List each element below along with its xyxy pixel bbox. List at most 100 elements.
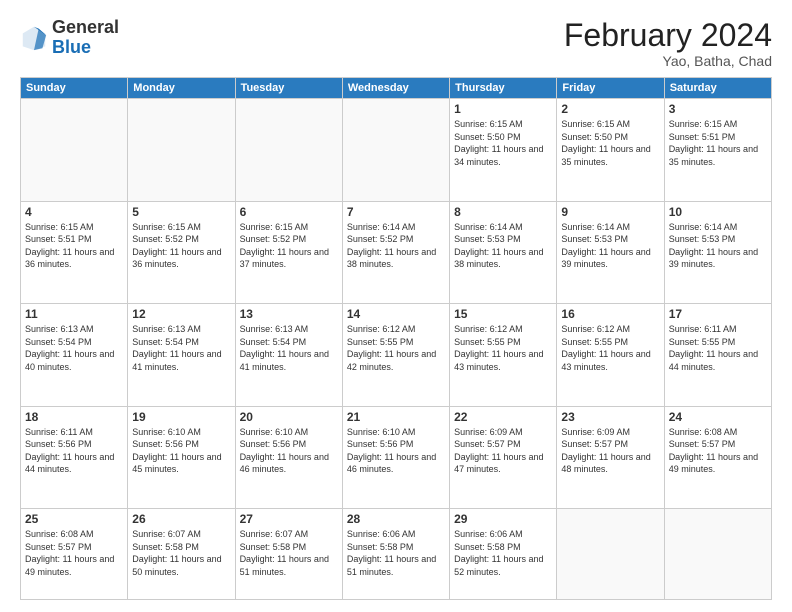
cell-info: Sunrise: 6:15 AMSunset: 5:52 PMDaylight:… [132, 221, 230, 271]
header-row: SundayMondayTuesdayWednesdayThursdayFrid… [21, 78, 772, 99]
day-number: 27 [240, 512, 338, 526]
title-block: February 2024 Yao, Batha, Chad [564, 18, 772, 69]
logo-general: General [52, 17, 119, 37]
calendar-cell: 25 Sunrise: 6:08 AMSunset: 5:57 PMDayligh… [21, 509, 128, 600]
calendar-cell [342, 99, 449, 201]
logo-text: General Blue [52, 18, 119, 58]
day-number: 29 [454, 512, 552, 526]
cell-info: Sunrise: 6:11 AMSunset: 5:56 PMDaylight:… [25, 426, 123, 476]
day-number: 20 [240, 410, 338, 424]
cell-info: Sunrise: 6:12 AMSunset: 5:55 PMDaylight:… [454, 323, 552, 373]
calendar-cell: 7Sunrise: 6:14 AMSunset: 5:52 PMDaylight… [342, 201, 449, 303]
day-number: 6 [240, 205, 338, 219]
calendar-cell [664, 509, 771, 600]
calendar-cell: 15Sunrise: 6:12 AMSunset: 5:55 PMDayligh… [450, 304, 557, 406]
cell-info: Sunrise: 6:07 AMSunset: 5:58 PMDaylight:… [240, 528, 338, 578]
calendar-cell: 5 Sunrise: 6:15 AMSunset: 5:52 PMDaylight… [128, 201, 235, 303]
day-number: 10 [669, 205, 767, 219]
logo: General Blue [20, 18, 119, 58]
day-number: 9 [561, 205, 659, 219]
calendar-cell: 19 Sunrise: 6:10 AMSunset: 5:56 PMDayligh… [128, 406, 235, 508]
calendar-table: SundayMondayTuesdayWednesdayThursdayFrid… [20, 77, 772, 600]
calendar-cell: 23 Sunrise: 6:09 AMSunset: 5:57 PMDayligh… [557, 406, 664, 508]
cell-info: Sunrise: 6:12 AMSunset: 5:55 PMDaylight:… [561, 323, 659, 373]
cell-info: Sunrise: 6:06 AMSunset: 5:58 PMDaylight:… [454, 528, 552, 578]
cell-info: Sunrise: 6:13 AMSunset: 5:54 PMDaylight:… [240, 323, 338, 373]
calendar-cell: 1 Sunrise: 6:15 AMSunset: 5:50 PMDaylight… [450, 99, 557, 201]
calendar-cell: 9 Sunrise: 6:14 AMSunset: 5:53 PMDaylight… [557, 201, 664, 303]
cell-info: Sunrise: 6:08 AMSunset: 5:57 PMDaylight:… [25, 528, 123, 578]
calendar-cell: 20 Sunrise: 6:10 AMSunset: 5:56 PMDayligh… [235, 406, 342, 508]
calendar-cell: 2 Sunrise: 6:15 AMSunset: 5:50 PMDaylight… [557, 99, 664, 201]
calendar-title: February 2024 [564, 18, 772, 53]
day-number: 19 [132, 410, 230, 424]
calendar-cell: 3 Sunrise: 6:15 AMSunset: 5:51 PMDaylight… [664, 99, 771, 201]
cell-info: Sunrise: 6:11 AMSunset: 5:55 PMDaylight:… [669, 323, 767, 373]
header: General Blue February 2024 Yao, Batha, C… [20, 18, 772, 69]
day-number: 7 [347, 205, 445, 219]
week-row-3: 11 Sunrise: 6:13 AMSunset: 5:54 PMDayligh… [21, 304, 772, 406]
calendar-cell: 18 Sunrise: 6:11 AMSunset: 5:56 PMDayligh… [21, 406, 128, 508]
cell-info: Sunrise: 6:15 AMSunset: 5:50 PMDaylight:… [454, 118, 552, 168]
cell-info: Sunrise: 6:07 AMSunset: 5:58 PMDaylight:… [132, 528, 230, 578]
logo-icon [20, 24, 48, 52]
cell-info: Sunrise: 6:09 AMSunset: 5:57 PMDaylight:… [454, 426, 552, 476]
day-number: 11 [25, 307, 123, 321]
cell-info: Sunrise: 6:10 AMSunset: 5:56 PMDaylight:… [132, 426, 230, 476]
cell-info: Sunrise: 6:14 AMSunset: 5:53 PMDaylight:… [561, 221, 659, 271]
logo-blue: Blue [52, 37, 91, 57]
week-row-2: 4 Sunrise: 6:15 AMSunset: 5:51 PMDaylight… [21, 201, 772, 303]
page: General Blue February 2024 Yao, Batha, C… [0, 0, 792, 612]
day-number: 25 [25, 512, 123, 526]
day-header-sunday: Sunday [21, 78, 128, 99]
calendar-cell: 4 Sunrise: 6:15 AMSunset: 5:51 PMDaylight… [21, 201, 128, 303]
day-number: 18 [25, 410, 123, 424]
cell-info: Sunrise: 6:06 AMSunset: 5:58 PMDaylight:… [347, 528, 445, 578]
day-header-friday: Friday [557, 78, 664, 99]
day-number: 13 [240, 307, 338, 321]
day-number: 21 [347, 410, 445, 424]
calendar-cell: 14Sunrise: 6:12 AMSunset: 5:55 PMDayligh… [342, 304, 449, 406]
calendar-cell [128, 99, 235, 201]
cell-info: Sunrise: 6:10 AMSunset: 5:56 PMDaylight:… [240, 426, 338, 476]
cell-info: Sunrise: 6:15 AMSunset: 5:52 PMDaylight:… [240, 221, 338, 271]
day-number: 22 [454, 410, 552, 424]
calendar-cell: 28 Sunrise: 6:06 AMSunset: 5:58 PMDayligh… [342, 509, 449, 600]
cell-info: Sunrise: 6:15 AMSunset: 5:50 PMDaylight:… [561, 118, 659, 168]
week-row-5: 25 Sunrise: 6:08 AMSunset: 5:57 PMDayligh… [21, 509, 772, 600]
cell-info: Sunrise: 6:15 AMSunset: 5:51 PMDaylight:… [669, 118, 767, 168]
day-number: 8 [454, 205, 552, 219]
day-header-tuesday: Tuesday [235, 78, 342, 99]
cell-info: Sunrise: 6:12 AMSunset: 5:55 PMDaylight:… [347, 323, 445, 373]
day-number: 28 [347, 512, 445, 526]
week-row-1: 1 Sunrise: 6:15 AMSunset: 5:50 PMDaylight… [21, 99, 772, 201]
calendar-cell: 27 Sunrise: 6:07 AMSunset: 5:58 PMDayligh… [235, 509, 342, 600]
day-number: 1 [454, 102, 552, 116]
cell-info: Sunrise: 6:10 AMSunset: 5:56 PMDaylight:… [347, 426, 445, 476]
calendar-cell: 17 Sunrise: 6:11 AMSunset: 5:55 PMDayligh… [664, 304, 771, 406]
calendar-cell: 26 Sunrise: 6:07 AMSunset: 5:58 PMDayligh… [128, 509, 235, 600]
day-header-wednesday: Wednesday [342, 78, 449, 99]
day-number: 3 [669, 102, 767, 116]
calendar-cell: 8 Sunrise: 6:14 AMSunset: 5:53 PMDaylight… [450, 201, 557, 303]
cell-info: Sunrise: 6:09 AMSunset: 5:57 PMDaylight:… [561, 426, 659, 476]
calendar-cell [235, 99, 342, 201]
day-number: 24 [669, 410, 767, 424]
cell-info: Sunrise: 6:13 AMSunset: 5:54 PMDaylight:… [25, 323, 123, 373]
day-number: 26 [132, 512, 230, 526]
cell-info: Sunrise: 6:13 AMSunset: 5:54 PMDaylight:… [132, 323, 230, 373]
day-number: 12 [132, 307, 230, 321]
day-number: 2 [561, 102, 659, 116]
cell-info: Sunrise: 6:14 AMSunset: 5:53 PMDaylight:… [454, 221, 552, 271]
calendar-cell: 21 Sunrise: 6:10 AMSunset: 5:56 PMDayligh… [342, 406, 449, 508]
cell-info: Sunrise: 6:14 AMSunset: 5:53 PMDaylight:… [669, 221, 767, 271]
day-number: 4 [25, 205, 123, 219]
day-number: 23 [561, 410, 659, 424]
day-header-monday: Monday [128, 78, 235, 99]
cell-info: Sunrise: 6:15 AMSunset: 5:51 PMDaylight:… [25, 221, 123, 271]
day-header-thursday: Thursday [450, 78, 557, 99]
calendar-cell: 6 Sunrise: 6:15 AMSunset: 5:52 PMDaylight… [235, 201, 342, 303]
day-number: 17 [669, 307, 767, 321]
day-number: 5 [132, 205, 230, 219]
day-number: 16 [561, 307, 659, 321]
